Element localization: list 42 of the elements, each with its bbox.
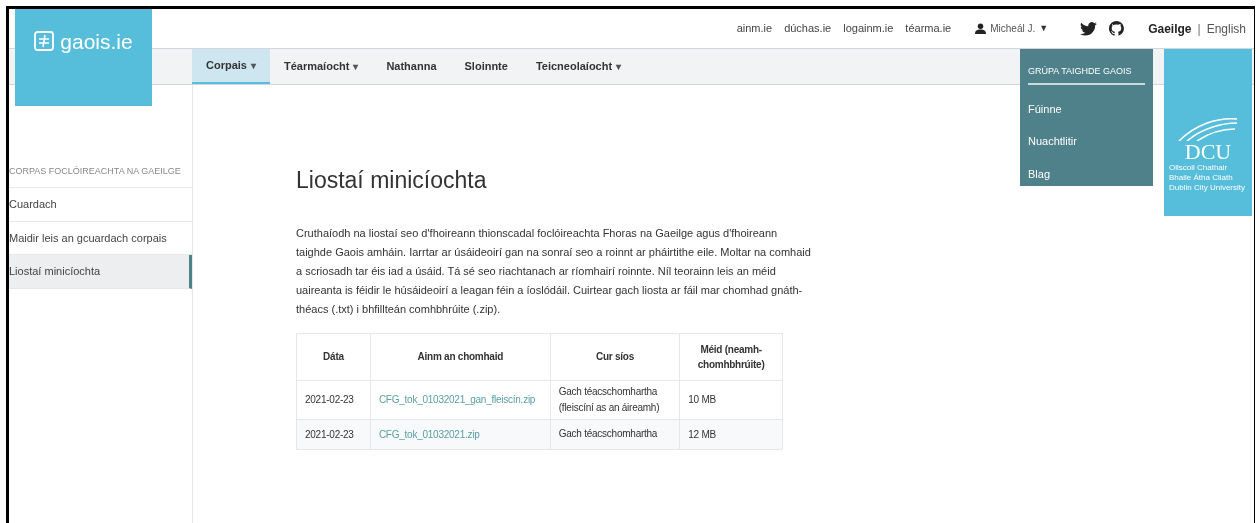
dcu-logo-subtext: Ollscoil Chathair	[1169, 163, 1228, 173]
nav-tab[interactable]: Téarmaíocht ▾	[269, 49, 373, 84]
nav-tab[interactable]: Teicneolaíocht ▾	[521, 49, 636, 84]
nav-tab[interactable]: Sloinnte	[450, 49, 522, 84]
nav-tab[interactable]: Nathanna	[372, 49, 451, 84]
twitter-icon[interactable]	[1080, 21, 1098, 36]
dropdown-item[interactable]: Fúinne	[1028, 100, 1145, 117]
table-cell: 10 MB	[679, 380, 783, 419]
table-cell: 2021-02-23	[296, 380, 371, 419]
table-cell: 12 MB	[679, 419, 783, 449]
site-link[interactable]: ainm.ie	[736, 20, 773, 37]
dcu-logo-subtext: Dublin City University	[1169, 183, 1246, 193]
table-cell: 2021-02-23	[296, 419, 371, 449]
intro-paragraph: Cruthaíodh na liostaí seo d'fhoireann thionscadal foclóireachta Fhoras na Gaeilge agus d'fhoireann taighde Gaois amháin. Iarrtar ar úsáideoirí gan na sonraí seo a roinnt ar pháirtithe eile. Moltar na comhaid a scriosadh tar éis iad a úsáid. Tá sé seo riachtanach ar ríomhairí roinnte. Níl teorainn leis an méid uaireanta is féidir le húsáideoirí a leagan féin a íoslódáil. Cuirtear gach liosta ar fáil mar chomhad gnáth-théacs (.txt) i bhfillteán comhbhrúite (.zip).	[296, 225, 811, 317]
language-link[interactable]: Gaeilge	[1148, 19, 1192, 38]
user-menu-button[interactable]: Micheál J. ▼	[990, 21, 1049, 36]
table-cell: Gach téacschomhartha	[550, 419, 680, 449]
column-header: Cur síos	[550, 333, 680, 380]
column-header: Dáta	[296, 333, 371, 380]
page-title: Liostaí minicíochta	[296, 166, 488, 195]
dcu-logo-text: DCU	[1184, 141, 1232, 163]
swoosh-icon	[1177, 115, 1239, 141]
sidebar-item[interactable]: Liostaí minicíochta	[9, 255, 192, 289]
sidebar-item[interactable]: Cuardach	[9, 188, 192, 222]
site-link[interactable]: dúchas.ie	[784, 20, 832, 37]
site-link[interactable]: téarma.ie	[905, 20, 952, 37]
column-header: Ainm an chomhaid	[370, 333, 551, 380]
dropdown-item[interactable]: Nuachtlitir	[1028, 133, 1145, 150]
sidebar-heading: CORPAS FOCLÓIREACHTA NA GAEILGE	[9, 163, 192, 188]
logo-icon	[34, 31, 55, 51]
column-header: Méid (neamh-chomhbhrúite)	[679, 333, 783, 380]
logo-text: gaois.ie	[60, 31, 133, 53]
github-icon[interactable]	[1109, 21, 1125, 36]
nav-tab[interactable]: Corpais ▾	[192, 49, 270, 84]
language-link[interactable]: English	[1206, 19, 1246, 38]
separator: |	[1197, 20, 1201, 38]
user-icon[interactable]	[975, 23, 987, 34]
dcu-logo-subtext: Bhaile Átha Cliath	[1169, 173, 1233, 183]
site-link[interactable]: logainm.ie	[843, 20, 894, 37]
dropdown-item[interactable]: Blag	[1028, 165, 1145, 182]
dropdown-heading: GRÚPA TAIGHDE GAOIS	[1028, 65, 1145, 85]
table-cell: Gach téacschomhartha (fleiscíní as an áireamh)	[550, 380, 680, 419]
